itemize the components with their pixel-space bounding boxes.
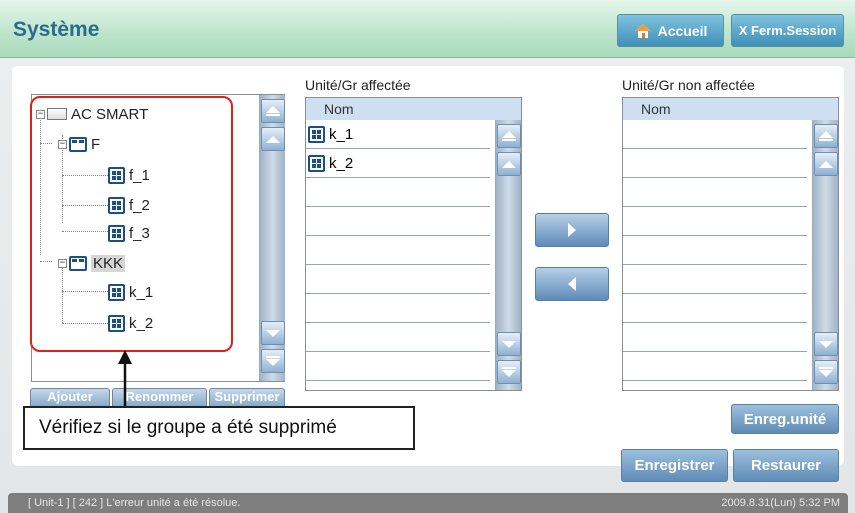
annotation-text: Vérifiez si le groupe a été supprimé [39, 417, 337, 438]
list-item [306, 352, 490, 381]
assigned-header-nom: Nom [306, 98, 521, 120]
list-item [623, 265, 807, 294]
save-unit-button[interactable]: Enreg.unité [731, 404, 839, 434]
scroll-bottom-icon[interactable] [497, 360, 521, 384]
list-item[interactable]: k_2 [306, 149, 490, 178]
unit-icon [308, 125, 325, 143]
list-item [623, 120, 807, 149]
rename-group-label: Renommer [125, 389, 194, 404]
scroll-bottom-icon[interactable] [814, 360, 838, 384]
scroll-top-icon[interactable] [814, 124, 838, 148]
scroll-up-icon[interactable] [497, 152, 521, 176]
logout-button[interactable]: X Ferm.Session [731, 14, 844, 47]
list-item [623, 207, 807, 236]
list-item [306, 294, 490, 323]
assigned-list: Nom k_1 k_2 [305, 97, 522, 391]
status-datetime: 2009.8.31(Lun) 5:32 PM [721, 497, 840, 509]
logout-button-label: X Ferm.Session [738, 23, 837, 38]
move-left-button[interactable] [535, 267, 609, 301]
list-item [623, 294, 807, 323]
arrow-left-icon [568, 277, 576, 291]
home-button[interactable]: Accueil [617, 14, 724, 47]
list-item [623, 149, 807, 178]
page-title: Système [13, 18, 100, 41]
unassigned-header-nom: Nom [623, 98, 838, 120]
arrow-right-icon [568, 223, 576, 237]
unassigned-list: Nom [622, 97, 839, 391]
system-screen: Système Accueil X Ferm.Session − AC SMAR… [0, 0, 855, 513]
tree-scrollbar[interactable] [259, 95, 285, 381]
callout-arrow-icon [118, 350, 132, 408]
list-item [306, 207, 490, 236]
move-right-button[interactable] [535, 213, 609, 247]
restore-label: Restaurer [750, 457, 822, 474]
scroll-top-icon[interactable] [497, 124, 521, 148]
scroll-top-icon[interactable] [261, 99, 285, 123]
scroll-up-icon[interactable] [261, 127, 285, 151]
list-item [623, 178, 807, 207]
save-button[interactable]: Enregistrer [621, 449, 728, 482]
scroll-up-icon[interactable] [814, 152, 838, 176]
list-item-label: k_2 [329, 154, 354, 172]
list-item [306, 236, 490, 265]
list-item [306, 178, 490, 207]
list-item [306, 323, 490, 352]
home-icon [634, 23, 652, 39]
scroll-bottom-icon[interactable] [261, 349, 285, 373]
unassigned-scrollbar[interactable] [812, 120, 838, 390]
scroll-down-icon[interactable] [814, 332, 838, 356]
save-unit-label: Enreg.unité [743, 410, 827, 428]
list-item[interactable]: k_1 [306, 120, 490, 149]
assigned-title: Unité/Gr affectée [305, 77, 411, 93]
list-item [623, 236, 807, 265]
list-item-label: k_1 [329, 125, 354, 143]
save-label: Enregistrer [634, 457, 715, 474]
assigned-scrollbar[interactable] [495, 120, 521, 390]
scroll-down-icon[interactable] [497, 332, 521, 356]
scroll-down-icon[interactable] [261, 321, 285, 345]
delete-group-label: Supprimer [214, 389, 280, 404]
unit-icon [308, 154, 325, 172]
list-item [623, 352, 807, 381]
restore-button[interactable]: Restaurer [733, 449, 839, 482]
unassigned-title: Unité/Gr non affectée [622, 77, 755, 93]
status-bar: [ Unit-1 ] [ 242 ] L'erreur unité a été … [8, 493, 848, 513]
home-button-label: Accueil [657, 22, 708, 39]
status-message: [ Unit-1 ] [ 242 ] L'erreur unité a été … [28, 497, 241, 509]
list-item [623, 323, 807, 352]
header-bar: Système Accueil X Ferm.Session [0, 0, 855, 58]
highlight-frame [30, 96, 233, 352]
annotation-callout: Vérifiez si le groupe a été supprimé [23, 406, 415, 450]
list-item [306, 265, 490, 294]
add-group-label: Ajouter [47, 389, 93, 404]
